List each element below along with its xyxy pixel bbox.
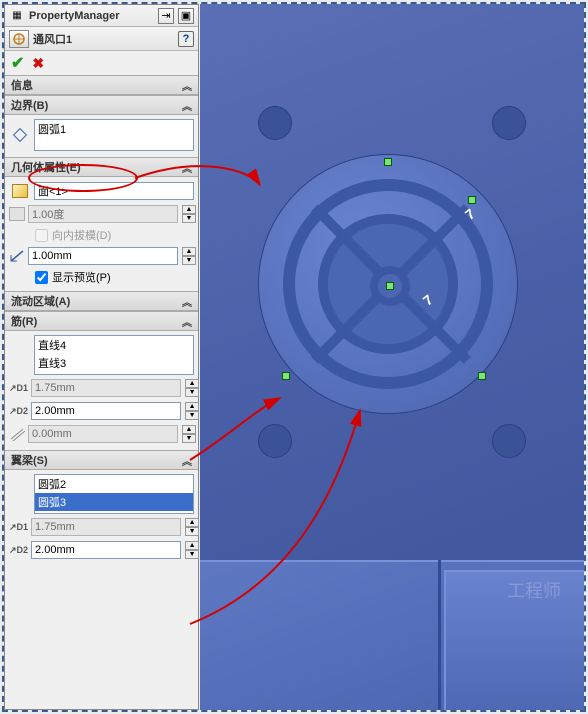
d1-icon: ↗D1 (9, 517, 28, 537)
bolt-hole (258, 106, 292, 140)
boundary-item[interactable]: 圆弧1 (35, 120, 193, 138)
draft-spin: ▲▼ (182, 205, 196, 223)
ribs-d1-input (31, 379, 181, 397)
depth-icon (9, 246, 25, 266)
section-ribs-header[interactable]: 筋(R) ︽ (5, 311, 198, 331)
bolt-hole (258, 424, 292, 458)
selection-handle[interactable] (384, 158, 392, 166)
draft-angle-input (28, 205, 178, 223)
section-info-header[interactable]: 信息 ︽ (5, 75, 198, 95)
section-geom-title: 几何体属性(E) (11, 159, 81, 175)
chevron-icon: ︽ (182, 98, 192, 113)
preview-row[interactable]: 显示预览(P) (9, 269, 194, 285)
preview-checkbox[interactable] (35, 271, 48, 284)
draft-up: ▲ (182, 205, 196, 214)
watermark: 工程师 (494, 550, 574, 630)
bolt-hole (492, 106, 526, 140)
face-icon (9, 181, 31, 201)
ok-button[interactable]: ✔ (11, 53, 24, 73)
selection-handle[interactable] (468, 196, 476, 204)
depth-spin[interactable]: ▲▼ (182, 247, 196, 265)
d2-icon: ↗D2 (9, 401, 28, 421)
face-input[interactable] (34, 182, 194, 200)
spar-item-selected[interactable]: 圆弧3 (35, 493, 193, 511)
d1-icon: ↗D1 (9, 378, 28, 398)
depth-down[interactable]: ▼ (182, 256, 196, 265)
collapse-button[interactable]: ▣ (178, 8, 194, 24)
draft-down: ▼ (182, 214, 196, 223)
boundary-selection-box[interactable]: 圆弧1 (34, 119, 194, 151)
chevron-icon: ︽ (182, 78, 192, 93)
draft-inward-checkbox (35, 229, 48, 242)
ribs-offset-input (28, 425, 178, 443)
draft-inward-row: 向内拔模(D) (9, 227, 194, 243)
rib-item[interactable]: 直线4 (35, 336, 193, 354)
chevron-icon: ︽ (182, 453, 192, 468)
bolt-hole (492, 424, 526, 458)
confirm-row: ✔ ✖ (5, 51, 198, 75)
selection-handle[interactable] (478, 372, 486, 380)
edge-icon (9, 125, 31, 145)
spars-d2-input[interactable] (31, 541, 181, 559)
pm-header: ▦ PropertyManager ⇥ ▣ (5, 5, 198, 27)
section-flow-title: 流动区域(A) (11, 293, 70, 309)
model-edge (438, 560, 441, 710)
section-ribs-title: 筋(R) (11, 313, 37, 329)
d2-icon: ↗D2 (9, 540, 28, 560)
ribs-selection-box[interactable]: 直线4 直线3 (34, 335, 194, 375)
pm-title: PropertyManager (29, 10, 154, 22)
rib-item[interactable]: 直线3 (35, 354, 193, 372)
section-boundary-header[interactable]: 边界(B) ︽ (5, 95, 198, 115)
section-flow-header[interactable]: 流动区域(A) ︽ (5, 291, 198, 311)
section-spars-header[interactable]: 翼梁(S) ︽ (5, 450, 198, 470)
preview-label: 显示预览(P) (52, 269, 111, 285)
section-boundary-title: 边界(B) (11, 97, 48, 113)
section-spars-body: 圆弧2 圆弧3 ↗D1 ▲▼ ↗D2 ▲▼ (5, 470, 198, 566)
feature-name-row: 通风口1 ? (5, 27, 198, 51)
draft-angle-icon (9, 204, 25, 224)
vent-feature-icon (9, 30, 29, 48)
menu-icon: ▦ (9, 8, 25, 24)
cancel-button[interactable]: ✖ (32, 55, 44, 72)
ribs-d2-input[interactable] (31, 402, 181, 420)
section-geom-body: ▲▼ 向内拔模(D) ▲▼ 显示预览(P) (5, 177, 198, 291)
edge-icon (9, 335, 31, 355)
section-info-title: 信息 (11, 77, 33, 93)
selection-handle[interactable] (282, 372, 290, 380)
chevron-icon: ︽ (182, 160, 192, 175)
spars-selection-box[interactable]: 圆弧2 圆弧3 (34, 474, 194, 514)
section-boundary-body: 圆弧1 (5, 115, 198, 157)
depth-up[interactable]: ▲ (182, 247, 196, 256)
selection-handle[interactable] (386, 282, 394, 290)
viewport-3d[interactable]: 7 7 工程师 (200, 4, 584, 710)
depth-input[interactable] (28, 247, 178, 265)
edge-icon (9, 474, 31, 494)
spar-item[interactable]: 圆弧2 (35, 475, 193, 493)
offset-icon (9, 424, 25, 444)
feature-name: 通风口1 (33, 31, 174, 47)
chevron-icon: ︽ (182, 294, 192, 309)
spars-d1-input (31, 518, 181, 536)
property-manager-panel: ▦ PropertyManager ⇥ ▣ 通风口1 ? ✔ ✖ 信息 ︽ 边界… (4, 4, 199, 710)
pin-button[interactable]: ⇥ (158, 8, 174, 24)
chevron-icon: ︽ (182, 314, 192, 329)
draft-inward-label: 向内拔模(D) (52, 227, 111, 243)
section-geom-header[interactable]: 几何体属性(E) ︽ (5, 157, 198, 177)
help-button[interactable]: ? (178, 31, 194, 47)
section-ribs-body: 直线4 直线3 ↗D1 ▲▼ ↗D2 ▲▼ ▲▼ (5, 331, 198, 450)
section-spars-title: 翼梁(S) (11, 452, 48, 468)
boundary-selection-row: 圆弧1 (9, 119, 194, 151)
